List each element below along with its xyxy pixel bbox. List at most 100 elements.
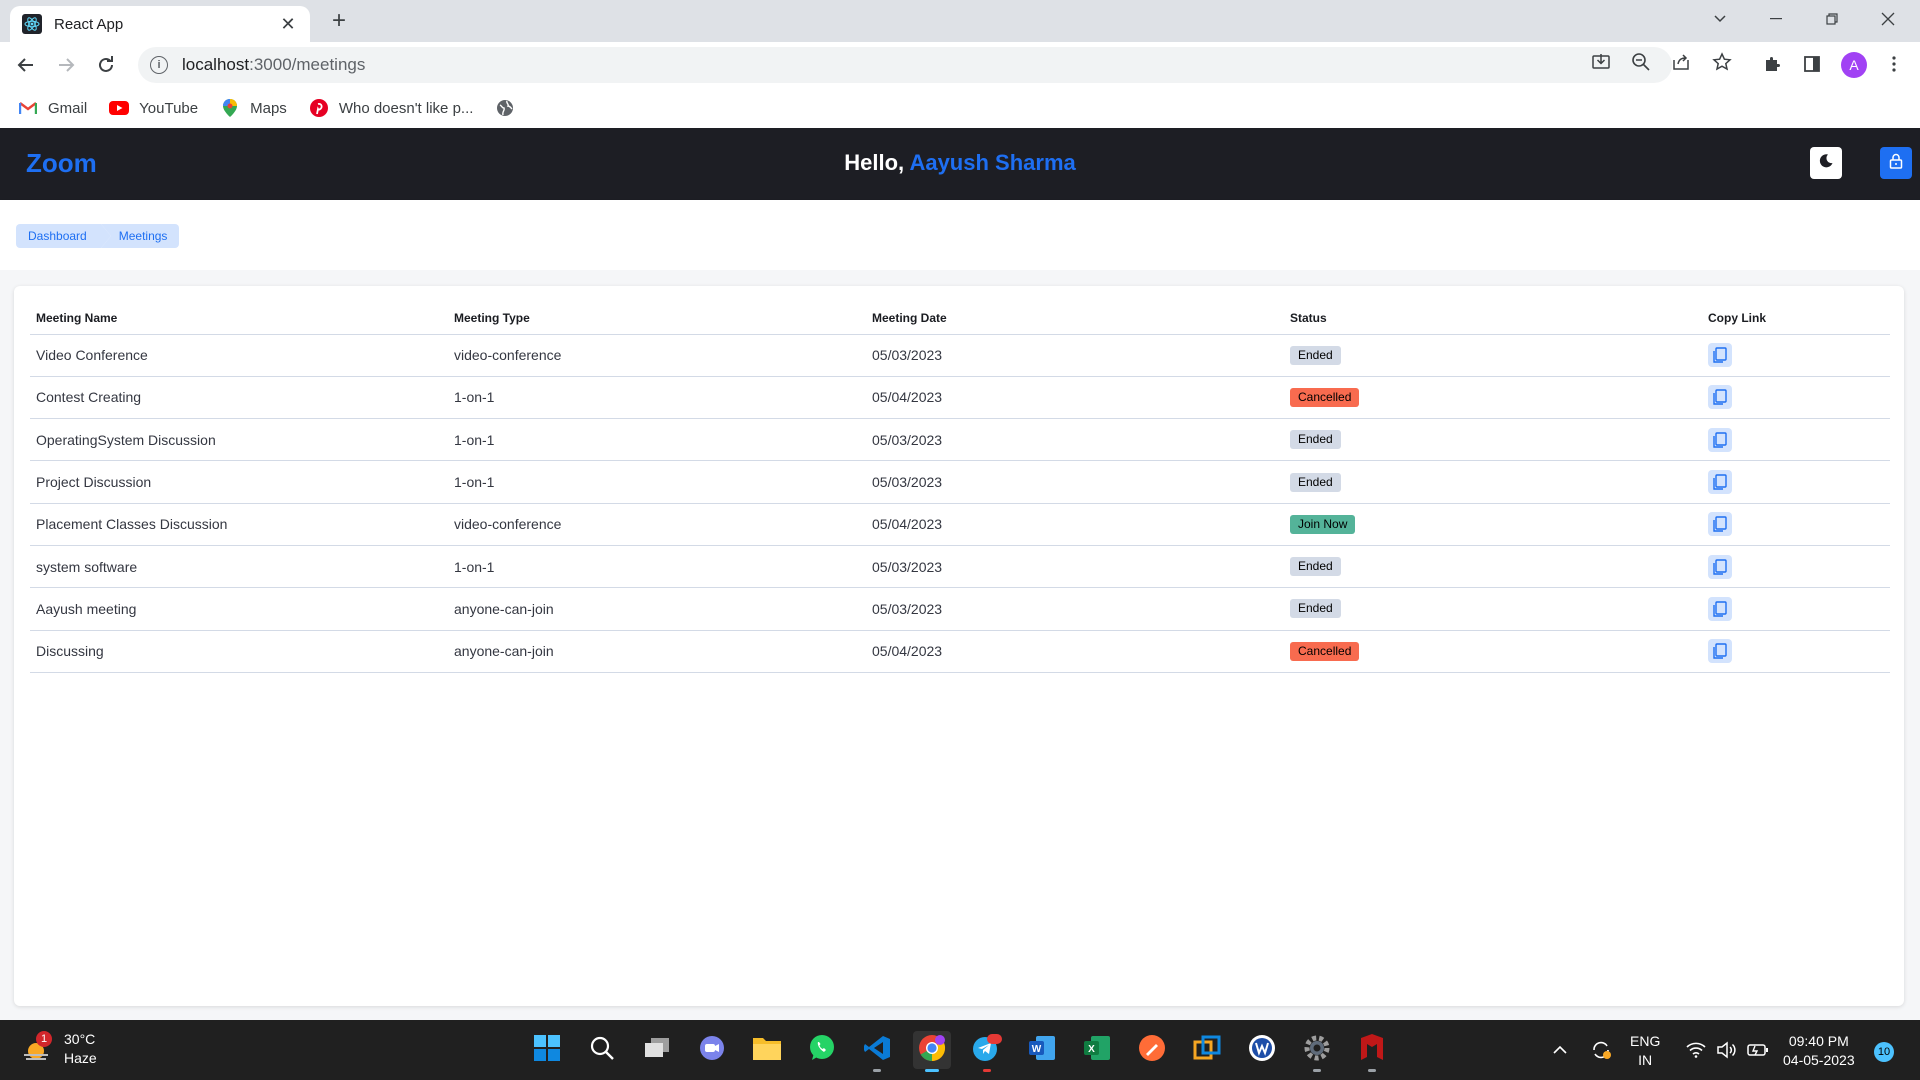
volume-icon[interactable] [1716, 1020, 1736, 1080]
column-header-meeting-date[interactable]: Meeting Date [866, 302, 1284, 335]
status-cell: Ended [1284, 587, 1702, 631]
table-row: system software 1-on-1 05/03/2023 Ended [30, 545, 1890, 589]
show-hidden-icons[interactable] [1552, 1020, 1568, 1080]
meeting-date-cell: 05/03/2023 [866, 587, 1284, 631]
table-row: Video Conference video-conference 05/03/20… [30, 334, 1890, 377]
search-button[interactable] [583, 1031, 621, 1069]
back-button[interactable] [10, 49, 42, 81]
task-view-button[interactable] [638, 1031, 676, 1069]
excel-app[interactable]: X [1078, 1031, 1116, 1069]
status-badge: Cancelled [1290, 387, 1360, 407]
copy-link-button[interactable] [1708, 512, 1732, 537]
menu-icon[interactable] [1880, 50, 1908, 78]
whatsapp-app[interactable] [803, 1031, 841, 1069]
bookmark-youtube[interactable]: YouTube [109, 100, 198, 117]
share-icon[interactable] [1670, 51, 1692, 73]
browser-tab-strip: React App ✕ + [0, 0, 1920, 42]
status-cell: Cancelled [1284, 630, 1702, 673]
bookmark-pinterest[interactable]: Who doesn't like p... [309, 99, 473, 117]
table-row: Discussing anyone-can-join 05/04/2023 Cance… [30, 630, 1890, 673]
column-header-status[interactable]: Status [1284, 302, 1702, 335]
install-app-icon[interactable] [1590, 51, 1612, 73]
vscode-app[interactable] [858, 1031, 896, 1072]
language-indicator[interactable]: ENG IN [1630, 1032, 1660, 1070]
breadcrumb-dashboard[interactable]: Dashboard [16, 224, 111, 248]
settings-app[interactable] [1298, 1031, 1336, 1072]
copy-icon [1713, 347, 1727, 363]
extensions-icon[interactable] [1758, 50, 1786, 78]
globe-icon [495, 100, 515, 116]
copy-link-button[interactable] [1708, 343, 1732, 368]
status-badge: Ended [1290, 557, 1341, 577]
bookmark-maps[interactable]: Maps [220, 99, 287, 117]
notification-badge[interactable]: 10 [1874, 1042, 1894, 1062]
copy-link-button[interactable] [1708, 639, 1732, 664]
postman-app[interactable] [1133, 1031, 1171, 1069]
close-tab-icon[interactable]: ✕ [278, 14, 298, 35]
table-header-row: Meeting Name Meeting Type Meeting Date S… [30, 302, 1890, 335]
forward-button[interactable] [50, 49, 82, 81]
copy-link-button[interactable] [1708, 427, 1732, 452]
table-row: OperatingSystem Discussion 1-on-1 05/03/20… [30, 418, 1890, 462]
copy-link-cell [1702, 334, 1890, 377]
weather-badge: 1 [36, 1031, 52, 1047]
meeting-name-cell: OperatingSystem Discussion [30, 418, 448, 462]
profile-avatar[interactable]: A [1841, 52, 1867, 78]
taskbar: 1 30°C Haze W X ENG IN 09:40 PM 04-05-20… [0, 1020, 1920, 1080]
tab-search-icon[interactable] [1692, 0, 1748, 38]
copy-link-button[interactable] [1708, 385, 1732, 410]
side-panel-icon[interactable] [1798, 50, 1826, 78]
meeting-type-cell: anyone-can-join [448, 630, 866, 673]
zoom-icon[interactable] [1630, 51, 1652, 73]
copy-link-button[interactable] [1708, 470, 1732, 495]
address-bar[interactable]: i localhost:3000/meetings [138, 47, 1672, 83]
moon-icon [1818, 153, 1834, 174]
status-badge[interactable]: Join Now [1290, 514, 1356, 534]
copy-icon [1713, 474, 1727, 490]
weather-widget[interactable]: 1 30°C Haze [22, 1030, 97, 1068]
start-button[interactable] [528, 1031, 566, 1069]
logout-button[interactable] [1880, 147, 1912, 179]
theme-toggle-button[interactable] [1810, 147, 1842, 179]
mcafee-app[interactable] [1353, 1031, 1391, 1072]
status-badge: Ended [1290, 345, 1341, 365]
minimize-button[interactable] [1748, 0, 1804, 38]
file-explorer-app[interactable] [748, 1031, 786, 1069]
gmail-icon [18, 100, 38, 116]
meetings-table: Meeting Name Meeting Type Meeting Date S… [30, 302, 1890, 673]
restore-button[interactable] [1804, 0, 1860, 38]
wifi-icon[interactable] [1686, 1020, 1706, 1080]
weather-temp: 30°C [64, 1031, 96, 1047]
meeting-type-cell: video-conference [448, 503, 866, 546]
sync-icon[interactable] [1590, 1020, 1612, 1080]
browser-tab[interactable]: React App ✕ [10, 6, 310, 42]
chat-app[interactable] [693, 1031, 731, 1069]
battery-icon[interactable] [1747, 1020, 1769, 1080]
meeting-name-cell: Video Conference [30, 334, 448, 377]
greeting: Hello, Aayush Sharma [844, 150, 1076, 175]
reload-button[interactable] [90, 49, 122, 81]
site-info-icon[interactable]: i [150, 56, 168, 74]
table-row: Aayush meeting anyone-can-join 05/03/2023 E… [30, 587, 1890, 631]
bookmark-gmail[interactable]: Gmail [18, 100, 87, 117]
close-window-button[interactable] [1860, 0, 1916, 38]
clock[interactable]: 09:40 PM 04-05-2023 [1783, 1032, 1855, 1070]
copy-link-button[interactable] [1708, 554, 1732, 579]
meeting-date-cell: 05/03/2023 [866, 545, 1284, 589]
telegram-app[interactable] [968, 1031, 1006, 1072]
copy-link-cell [1702, 587, 1890, 631]
bookmark-star-icon[interactable] [1711, 51, 1733, 73]
meeting-name-cell: Contest Creating [30, 376, 448, 420]
word-app[interactable]: W [1023, 1031, 1061, 1069]
bookmark-globe[interactable] [495, 100, 525, 116]
weather-desc: Haze [64, 1050, 97, 1066]
copy-link-button[interactable] [1708, 596, 1732, 621]
browser-app[interactable] [1243, 1031, 1281, 1069]
snipping-app[interactable] [1188, 1031, 1226, 1069]
chrome-app[interactable] [913, 1031, 951, 1072]
column-header-meeting-name[interactable]: Meeting Name [30, 302, 448, 335]
meeting-type-cell: 1-on-1 [448, 460, 866, 504]
new-tab-button[interactable]: + [325, 8, 353, 36]
column-header-meeting-type[interactable]: Meeting Type [448, 302, 866, 335]
app-running-indicator [983, 1069, 991, 1072]
